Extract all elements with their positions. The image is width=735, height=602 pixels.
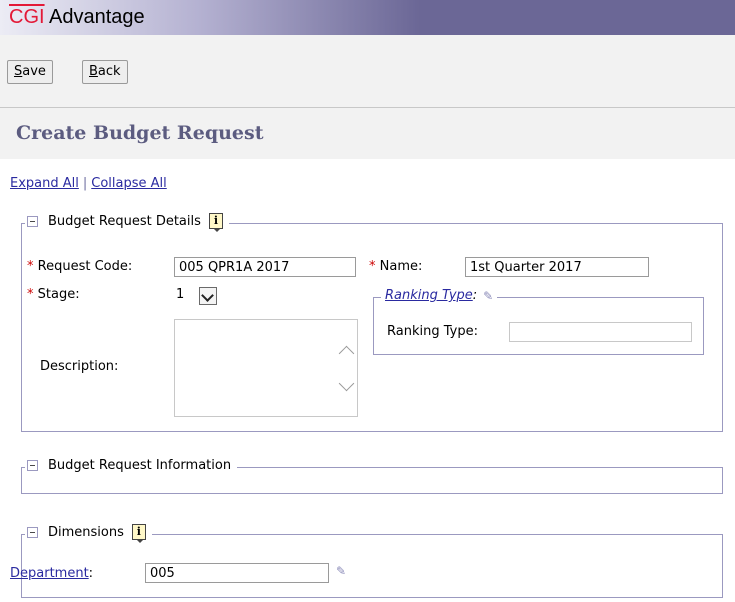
- info-icon[interactable]: i: [208, 213, 223, 232]
- collapse-all-link[interactable]: Collapse All: [91, 176, 167, 191]
- expand-collapse-links: Expand All | Collapse All: [10, 176, 167, 191]
- budget-request-details-title: Budget Request Details: [48, 213, 201, 229]
- scroll-up-icon[interactable]: [338, 345, 355, 362]
- chevron-down-icon[interactable]: [199, 287, 217, 305]
- request-code-input[interactable]: [174, 257, 356, 277]
- budget-request-details-legend: Budget Request Details i: [25, 213, 229, 232]
- ranking-type-label: Ranking Type:: [387, 324, 478, 339]
- expand-all-link[interactable]: Expand All: [10, 176, 79, 191]
- request-code-label: * Request Code:: [27, 259, 133, 274]
- department-link[interactable]: Department: [10, 566, 89, 581]
- ranking-type-input[interactable]: [509, 322, 692, 342]
- app-logo: CGI Advantage: [9, 4, 145, 30]
- budget-request-information-title: Budget Request Information: [48, 458, 232, 473]
- scroll-down-icon[interactable]: [338, 375, 355, 392]
- name-label: * Name:: [369, 259, 423, 274]
- collapse-icon[interactable]: [27, 526, 38, 538]
- logo-brand: CGI: [9, 6, 45, 28]
- ranking-type-legend: Ranking Type: ✎: [381, 288, 498, 303]
- save-button[interactable]: Save: [7, 60, 53, 84]
- page-title: Create Budget Request: [16, 122, 264, 144]
- description-textarea[interactable]: [174, 319, 358, 417]
- department-label: Department:: [10, 566, 94, 581]
- department-input[interactable]: [145, 563, 329, 583]
- description-label: Description:: [40, 359, 119, 374]
- ranking-type-link[interactable]: Ranking Type: [385, 288, 473, 303]
- toolbar: Save Back: [0, 35, 735, 108]
- dimensions-section: [21, 534, 723, 598]
- collapse-icon[interactable]: [27, 215, 38, 227]
- name-input[interactable]: [465, 257, 649, 277]
- back-button[interactable]: Back: [82, 60, 128, 84]
- link-separator: |: [82, 176, 88, 191]
- dimensions-title: Dimensions: [48, 524, 124, 540]
- pencil-icon[interactable]: ✎: [336, 564, 346, 578]
- stage-select-value[interactable]: 1: [176, 287, 184, 302]
- dimensions-legend: Dimensions i: [25, 524, 152, 543]
- budget-request-information-legend: Budget Request Information: [25, 458, 238, 473]
- page-title-bar: Create Budget Request: [0, 107, 735, 159]
- app-header: CGI Advantage: [0, 0, 735, 35]
- pencil-icon[interactable]: ✎: [483, 289, 493, 303]
- stage-label: * Stage:: [27, 287, 80, 302]
- info-icon[interactable]: i: [131, 524, 146, 543]
- collapse-icon[interactable]: [27, 460, 38, 471]
- logo-product: Advantage: [49, 6, 145, 28]
